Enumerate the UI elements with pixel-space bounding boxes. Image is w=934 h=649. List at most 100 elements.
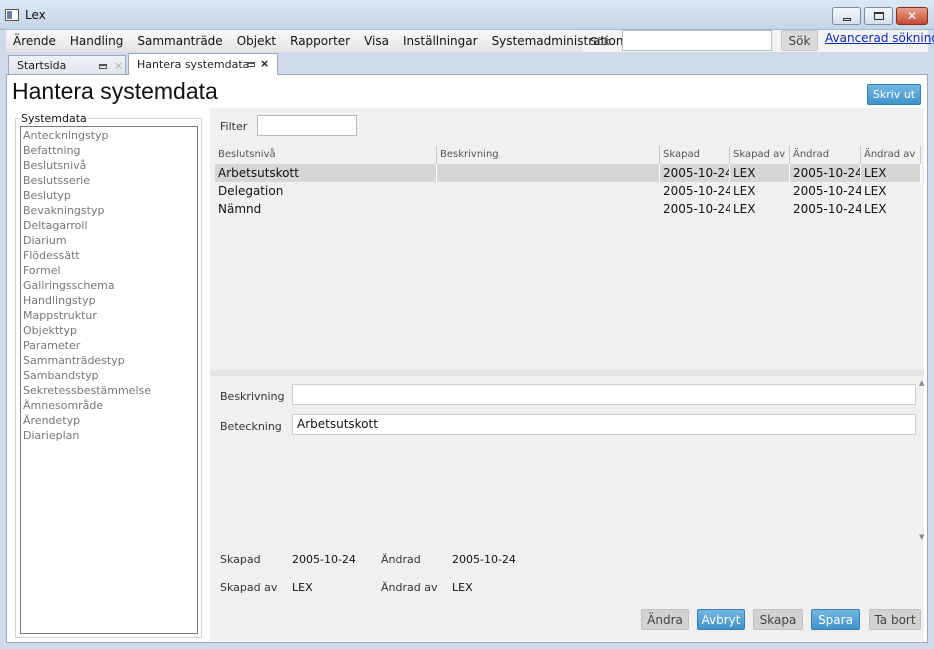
filter-input[interactable] [257,115,357,136]
grid-header: Beslutsnivå Beskrivning Skapad Skapad av… [215,146,921,164]
pin-icon[interactable] [247,62,255,67]
designation-label: Beteckning [220,420,282,433]
systemdata-list-item[interactable]: Objekttyp [21,323,197,338]
table-cell: LEX [730,164,790,182]
page-title: Hantera systemdata [12,78,218,104]
changed-by-value: LEX [452,581,473,594]
menu-item[interactable]: Handling [63,34,131,48]
menu-bar: Ärende Handling Sammanträde Objekt Rapporter… [6,30,934,52]
table-cell: Arbetsutskott [215,164,437,182]
systemdata-list-item[interactable]: Gallringsschema [21,278,197,293]
menu-item[interactable]: Sammanträde [130,34,229,48]
table-cell: 2005-10-24 [793,202,861,216]
table-cell [437,164,660,182]
advanced-search-link[interactable]: Avancerad sökning [825,31,934,45]
systemdata-list-item[interactable]: Ärendetyp [21,413,197,428]
menu-item[interactable]: Objekt [230,34,283,48]
table-cell: 2005-10-24 [660,164,730,182]
minimize-icon [842,17,851,21]
column-header-skapad-av[interactable]: Skapad av [730,146,790,164]
systemdata-list-item[interactable]: Ämnesområde [21,398,197,413]
app-icon [5,9,19,21]
column-header-beslutsniva[interactable]: Beslutsnivå [215,146,437,164]
table-cell: LEX [861,164,921,182]
systemdata-list-item[interactable]: Deltagarroll [21,218,197,233]
systemdata-list-item[interactable]: Sambandstyp [21,368,197,383]
column-header-skapad[interactable]: Skapad [660,146,730,164]
systemdata-list-item[interactable]: Diarium [21,233,197,248]
close-tab-icon[interactable]: × [260,57,269,70]
systemdata-list-item[interactable]: Beslutsserie [21,173,197,188]
table-row[interactable]: Delegation 2005-10-24 LEX 2005-10-24 LEX [215,182,921,200]
edit-button[interactable]: Ändra [641,609,689,630]
table-row[interactable]: Nämnd 2005-10-24 LEX 2005-10-24 LEX [215,200,921,218]
tab-label: Hantera systemdata [137,58,250,71]
systemdata-list-item[interactable]: Anteckningstyp [21,128,197,143]
table-row[interactable]: Arbetsutskott 2005-10-24 LEX 2005-10-24 LEX [215,164,921,182]
list-panel: Filter Beslutsnivå Beskrivning Skapad Sk… [210,108,924,370]
changed-label: Ändrad [381,553,421,566]
close-window-button[interactable]: ✕ [896,7,928,25]
delete-button[interactable]: Ta bort [869,609,921,630]
tab-startsida[interactable]: Startsida × [8,55,126,75]
systemdata-list-item[interactable]: Befattning [21,143,197,158]
systemdata-list-item[interactable]: Parameter [21,338,197,353]
tab-label: Startsida [17,59,67,72]
pin-icon[interactable] [99,64,107,69]
description-label: Beskrivning [220,390,285,403]
save-button[interactable]: Spara [811,609,860,630]
close-icon: ✕ [906,9,918,23]
tab-hantera-systemdata[interactable]: Hantera systemdata × [128,53,278,75]
systemdata-list-item[interactable]: Formel [21,263,197,278]
created-value: 2005-10-24 [292,553,356,566]
systemdata-list-item[interactable]: Mappstruktur [21,308,197,323]
systemdata-list-item[interactable]: Flödessätt [21,248,197,263]
close-tab-icon[interactable]: × [114,59,123,72]
search-input[interactable] [622,30,772,51]
maximize-icon [873,12,884,20]
print-button[interactable]: Skriv ut [867,84,921,105]
systemdata-list-item[interactable]: Sekretessbestämmelse [21,383,197,398]
create-button[interactable]: Skapa [753,609,803,630]
column-header-andrad-av[interactable]: Ändrad av [861,146,921,164]
systemdata-list-item[interactable]: Beslutyp [21,188,197,203]
created-label: Skapad [220,553,261,566]
table-cell: LEX [733,202,756,216]
search-label: Sök [590,35,611,48]
cancel-button[interactable]: Avbryt [697,609,745,630]
designation-field[interactable]: Arbetsutskott [292,414,916,435]
column-header-beskrivning[interactable]: Beskrivning [437,146,660,164]
menu-item[interactable]: Rapporter [283,34,357,48]
table-cell: 2005-10-24 [790,164,861,182]
created-by-label: Skapad av [220,581,278,594]
table-cell: LEX [733,184,756,198]
main-menu: Ärende Handling Sammanträde Objekt Rapporter… [6,30,623,52]
systemdata-list-item[interactable]: Handlingstyp [21,293,197,308]
filter-label: Filter [220,120,248,133]
scroll-down-icon[interactable]: ▼ [919,533,924,541]
systemdata-list-item[interactable]: Sammanträdestyp [21,353,197,368]
description-field[interactable] [292,384,916,405]
systemdata-group-label: Systemdata [20,112,88,125]
table-cell: Nämnd [218,202,262,216]
table-cell [437,200,660,218]
table-cell: 2005-10-24 [663,184,730,198]
data-grid: Beslutsnivå Beskrivning Skapad Skapad av… [215,146,921,366]
systemdata-list-item[interactable]: Beslutsnivå [21,158,197,173]
table-cell: LEX [864,202,887,216]
systemdata-list-item[interactable]: Diarieplan [21,428,197,443]
menu-item[interactable]: Visa [357,34,396,48]
minimize-button[interactable] [832,7,861,25]
menu-item[interactable]: Ärende [6,34,63,48]
tab-bar: Startsida × Hantera systemdata × [6,52,928,75]
search-button[interactable]: Sök [781,30,818,51]
table-cell: 2005-10-24 [663,202,730,216]
detail-panel: Beskrivning Beteckning Arbetsutskott Ska… [210,376,924,641]
maximize-button[interactable] [864,7,893,25]
systemdata-list-item[interactable]: Bevakningstyp [21,203,197,218]
table-cell [437,182,660,200]
scroll-up-icon[interactable]: ▲ [919,379,924,387]
table-cell: LEX [864,184,887,198]
menu-item[interactable]: Inställningar [396,34,485,48]
column-header-andrad[interactable]: Ändrad [790,146,861,164]
